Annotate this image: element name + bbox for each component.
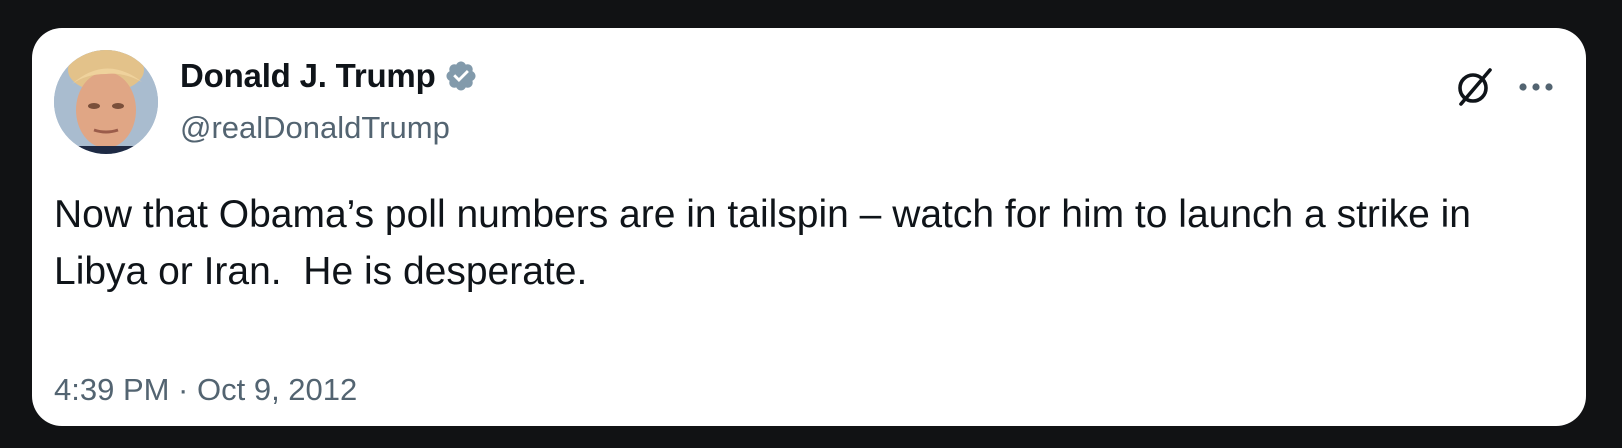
avatar-portrait-image <box>54 50 158 154</box>
author-name-row: Donald J. Trump <box>180 54 478 98</box>
grok-icon[interactable] <box>1452 64 1498 110</box>
tweet-card[interactable]: Donald J. Trump @realDonaldTrump Now tha… <box>32 28 1586 426</box>
screenshot-frame: Donald J. Trump @realDonaldTrump Now tha… <box>0 0 1622 448</box>
avatar[interactable] <box>54 50 158 154</box>
author-handle[interactable]: @realDonaldTrump <box>180 110 450 146</box>
tweet-actions-top <box>1452 64 1556 110</box>
author-display-name[interactable]: Donald J. Trump <box>180 57 436 95</box>
verified-badge-icon[interactable] <box>444 59 478 93</box>
tweet-text: Now that Obama’s poll numbers are in tai… <box>54 193 1482 293</box>
more-options-icon[interactable] <box>1516 77 1556 97</box>
tweet-timestamp[interactable]: 4:39 PM · Oct 9, 2012 <box>54 372 357 408</box>
